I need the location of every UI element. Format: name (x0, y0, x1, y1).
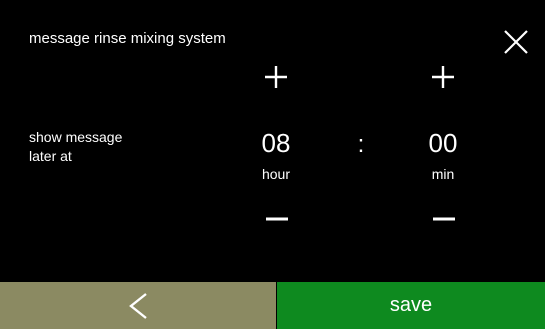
page-title: message rinse mixing system (29, 30, 226, 47)
minus-icon (433, 217, 455, 221)
time-separator: : (357, 131, 365, 158)
minute-value: 00 (428, 128, 458, 158)
hour-value: 08 (261, 128, 291, 158)
hour-unit-label: hour (261, 166, 291, 182)
back-button[interactable] (0, 282, 276, 329)
plus-icon (432, 66, 454, 88)
close-icon[interactable] (501, 27, 531, 57)
hour-decrease-button[interactable] (265, 207, 289, 231)
minute-unit-label: min (431, 166, 455, 182)
show-message-label: show message later at (29, 129, 123, 164)
minus-icon (266, 217, 288, 221)
plus-icon (265, 66, 287, 88)
minute-decrease-button[interactable] (432, 207, 456, 231)
hour-increase-button[interactable] (263, 64, 289, 90)
chevron-left-icon (129, 293, 147, 319)
screen: message rinse mixing system show message… (0, 0, 545, 329)
minute-increase-button[interactable] (430, 64, 456, 90)
save-button[interactable]: save (277, 282, 545, 329)
